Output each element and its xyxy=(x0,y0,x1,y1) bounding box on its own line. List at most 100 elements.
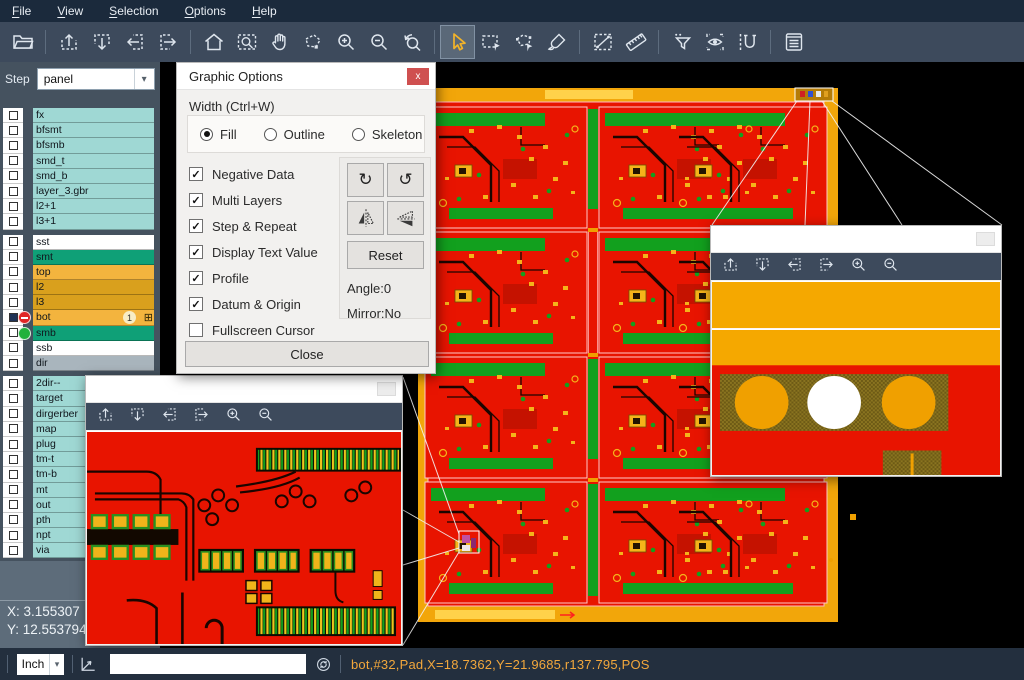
fill-mode-radio[interactable]: Outline xyxy=(264,127,325,142)
view-options-button[interactable] xyxy=(698,26,731,58)
layer-row[interactable]: fx xyxy=(0,108,160,123)
layer-name[interactable]: l2 xyxy=(33,280,154,295)
layer-visibility-cell[interactable] xyxy=(3,356,23,371)
layer-visibility-cell[interactable] xyxy=(3,199,23,214)
layer-row[interactable]: dir xyxy=(0,356,160,371)
checkbox[interactable]: ✓ xyxy=(189,219,203,233)
layer-row[interactable]: top xyxy=(0,265,160,280)
layer-visibility-checkbox[interactable] xyxy=(9,141,18,150)
layer-visibility-cell[interactable] xyxy=(3,498,23,513)
radio-circle[interactable] xyxy=(264,128,277,141)
display-option[interactable]: ✓ Datum & Origin xyxy=(189,291,318,317)
layer-visibility-checkbox[interactable] xyxy=(9,379,18,388)
layer-visibility-cell[interactable] xyxy=(3,280,23,295)
layer-visibility-checkbox[interactable] xyxy=(9,298,18,307)
layer-row[interactable]: bot 1 ⊞ xyxy=(0,310,160,325)
layer-row[interactable]: l3+1 xyxy=(0,214,160,229)
layer-visibility-cell[interactable] xyxy=(3,138,23,153)
zoom-in-button[interactable] xyxy=(329,26,362,58)
layer-name[interactable]: top xyxy=(33,265,154,280)
layer-visibility-cell[interactable] xyxy=(3,391,23,406)
layer-name[interactable]: dir xyxy=(33,356,154,371)
menu-item[interactable]: Help xyxy=(252,4,277,18)
command-input[interactable] xyxy=(110,654,306,674)
select-tool-button[interactable] xyxy=(441,26,474,58)
layer-name[interactable]: smb xyxy=(33,326,154,341)
layer-name[interactable]: smd_t xyxy=(33,154,154,169)
display-option[interactable]: ✓ Step & Repeat xyxy=(189,213,318,239)
layer-visibility-cell[interactable] xyxy=(3,295,23,310)
unit-dropdown[interactable]: Inch ▾ xyxy=(17,654,64,675)
zoom-in-button[interactable] xyxy=(849,255,868,279)
zoom-out-button[interactable] xyxy=(881,255,900,279)
layer-visibility-checkbox[interactable] xyxy=(9,531,18,540)
layer-visibility-checkbox[interactable] xyxy=(9,359,18,368)
layer-name[interactable]: l3+1 xyxy=(33,214,154,229)
pan-down-button[interactable] xyxy=(753,255,772,279)
layer-row[interactable]: layer_3.gbr xyxy=(0,184,160,199)
pan-right-button[interactable] xyxy=(192,405,211,429)
clear-highlight-button[interactable] xyxy=(540,26,573,58)
menu-item[interactable]: View xyxy=(57,4,83,18)
display-option[interactable]: ✓ Display Text Value xyxy=(189,239,318,265)
layer-visibility-cell[interactable] xyxy=(3,376,23,391)
layer-visibility-checkbox[interactable] xyxy=(9,424,18,433)
zoom-out-button[interactable] xyxy=(362,26,395,58)
dialog-title-bar[interactable]: Graphic Options x xyxy=(177,63,435,90)
step-dropdown[interactable]: panel ▾ xyxy=(37,68,155,90)
pan-up-button[interactable] xyxy=(721,255,740,279)
detail-view-left[interactable] xyxy=(87,431,401,644)
fill-mode-radio[interactable]: Skeleton xyxy=(352,127,423,142)
layer-row[interactable]: l2 xyxy=(0,280,160,295)
layer-row[interactable]: l3 xyxy=(0,295,160,310)
layer-visibility-cell[interactable] xyxy=(3,235,23,250)
menu-item[interactable]: File xyxy=(12,4,31,18)
dialog-close-button[interactable]: x xyxy=(407,68,429,85)
layer-visibility-checkbox[interactable] xyxy=(9,187,18,196)
checkbox[interactable] xyxy=(189,323,203,337)
layer-visibility-checkbox[interactable] xyxy=(9,217,18,226)
layer-visibility-cell[interactable] xyxy=(3,407,23,422)
pan-up-button[interactable] xyxy=(96,405,115,429)
fill-mode-radio[interactable]: Fill xyxy=(200,127,237,142)
zoom-previous-button[interactable] xyxy=(395,26,428,58)
measure-point-button[interactable] xyxy=(586,26,619,58)
refresh-button[interactable] xyxy=(306,655,340,674)
layer-visibility-checkbox[interactable] xyxy=(9,126,18,135)
layer-visibility-checkbox[interactable] xyxy=(9,409,18,418)
layer-visibility-cell[interactable] xyxy=(3,184,23,199)
zoom-window-button[interactable] xyxy=(230,26,263,58)
pan-right-button[interactable] xyxy=(151,26,184,58)
rectangle-select-button[interactable] xyxy=(474,26,507,58)
layer-visibility-cell[interactable] xyxy=(3,108,23,123)
layer-name[interactable]: fx xyxy=(33,108,154,123)
report-button[interactable] xyxy=(777,26,810,58)
layer-name[interactable]: bfsmb xyxy=(33,138,154,153)
layer-row[interactable]: smt xyxy=(0,250,160,265)
rotate-cw-button[interactable]: ↻ xyxy=(347,163,384,197)
layer-visibility-checkbox[interactable] xyxy=(9,252,18,261)
detail-view-right[interactable] xyxy=(712,281,1000,475)
layer-visibility-checkbox[interactable] xyxy=(9,455,18,464)
display-option[interactable]: ✓ Multi Layers xyxy=(189,187,318,213)
layer-visibility-cell[interactable] xyxy=(3,528,23,543)
layer-visibility-cell[interactable] xyxy=(3,422,23,437)
checkbox[interactable]: ✓ xyxy=(189,167,203,181)
layer-visibility-cell[interactable] xyxy=(3,265,23,280)
mirror-vertical-button[interactable] xyxy=(387,201,424,235)
layer-row[interactable]: bfsmt xyxy=(0,123,160,138)
pan-left-button[interactable] xyxy=(160,405,179,429)
pan-left-button[interactable] xyxy=(785,255,804,279)
layer-name[interactable]: sst xyxy=(33,235,154,250)
pan-hand-button[interactable] xyxy=(263,26,296,58)
layer-name[interactable]: l3 xyxy=(33,295,154,310)
pan-up-button[interactable] xyxy=(52,26,85,58)
pan-left-button[interactable] xyxy=(118,26,151,58)
window-button[interactable] xyxy=(377,382,396,396)
checkbox[interactable]: ✓ xyxy=(189,297,203,311)
checkbox[interactable]: ✓ xyxy=(189,245,203,259)
display-option[interactable]: ✓ Profile xyxy=(189,265,318,291)
detail-window-title-bar[interactable] xyxy=(711,226,1001,253)
display-option[interactable]: Fullscreen Cursor xyxy=(189,317,318,343)
layer-visibility-cell[interactable] xyxy=(3,154,23,169)
